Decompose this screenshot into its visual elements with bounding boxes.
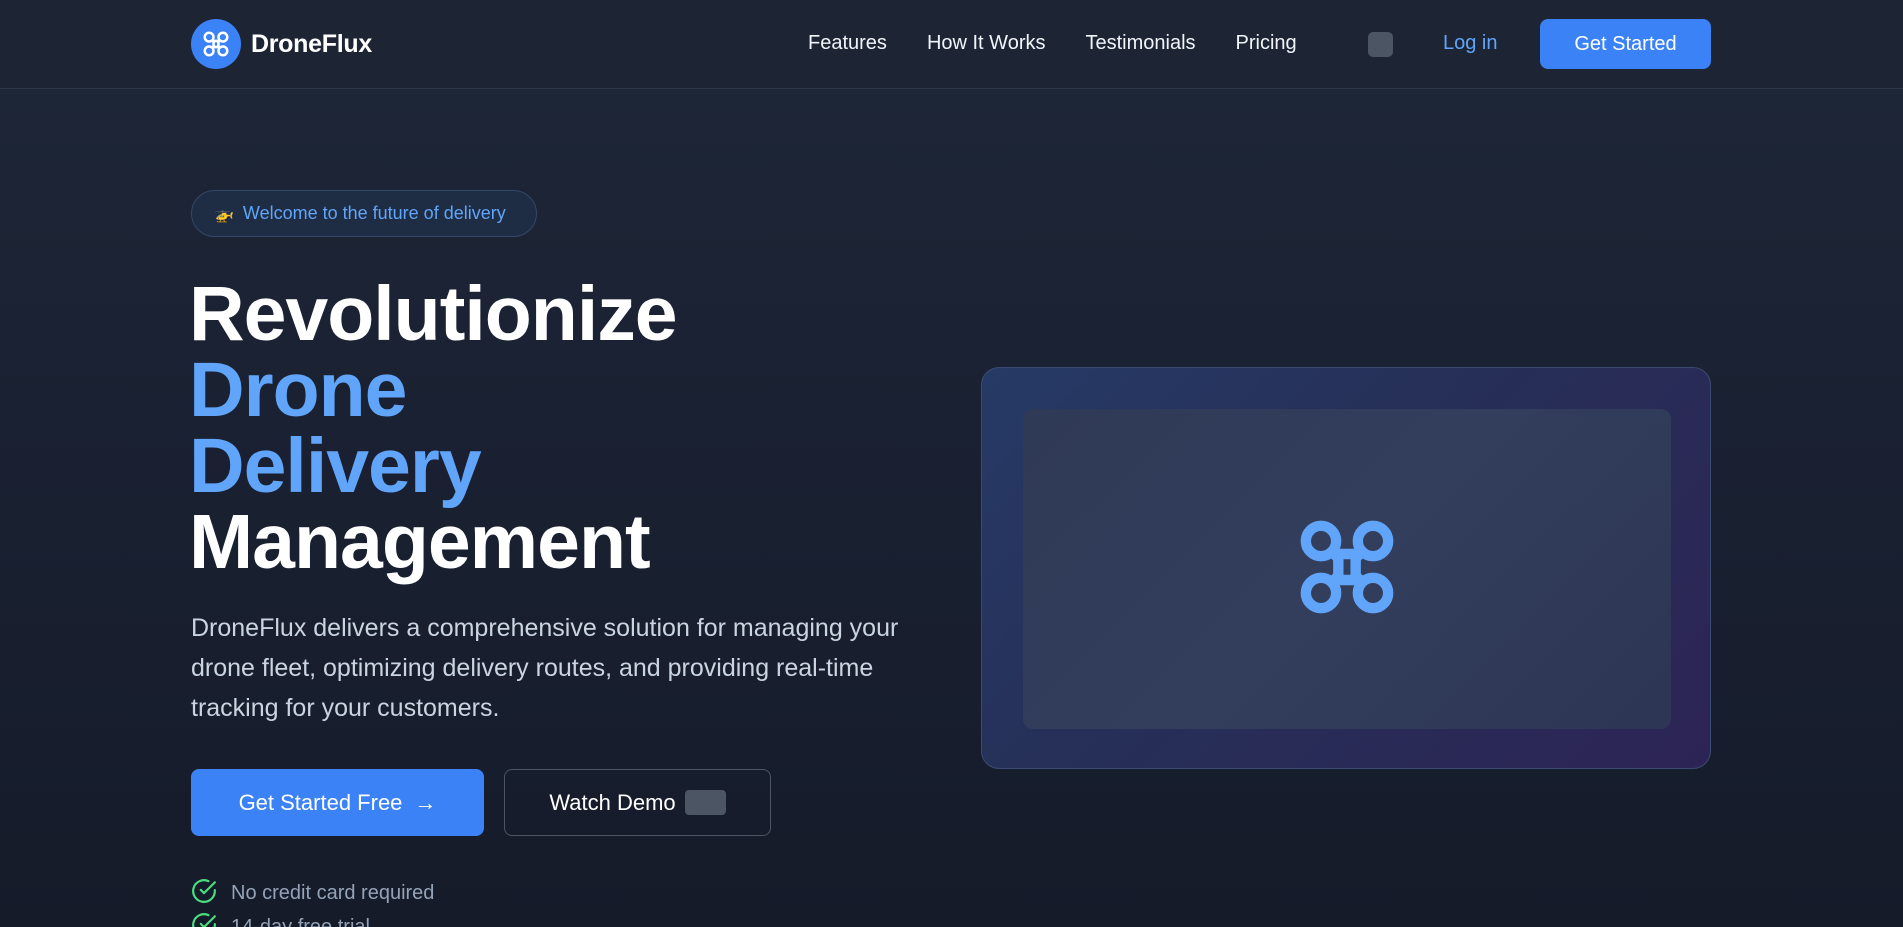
nav-link-how-it-works[interactable]: How It Works — [927, 32, 1046, 55]
check-item-trial: 14-day free trial — [191, 912, 370, 927]
headline-line-4: Management — [189, 499, 651, 585]
play-icon — [684, 790, 726, 815]
headline-line-1: Revolutionize — [189, 271, 678, 357]
watch-demo-label: Watch Demo — [549, 789, 676, 815]
get-started-free-button[interactable]: Get Started Free → — [191, 769, 484, 836]
helicopter-icon: 🚁 — [214, 205, 234, 223]
nav-link-features[interactable]: Features — [808, 32, 887, 55]
check-circle-icon — [191, 912, 217, 927]
hero-visual-panel — [1023, 409, 1671, 729]
drone-icon — [191, 19, 241, 69]
hero-headline: Revolutionize Drone Delivery Management — [189, 271, 678, 585]
arrow-right-icon: → — [414, 789, 437, 815]
nav-link-pricing[interactable]: Pricing — [1236, 32, 1297, 55]
theme-toggle-button[interactable] — [1368, 32, 1393, 57]
hero-subtext: DroneFlux delivers a comprehensive solut… — [191, 614, 899, 722]
welcome-badge: 🚁 Welcome to the future of delivery — [191, 190, 537, 237]
drone-icon — [1295, 515, 1399, 624]
nav-link-testimonials[interactable]: Testimonials — [1085, 32, 1195, 55]
check-item-label: No credit card required — [231, 882, 435, 904]
hero-visual — [981, 367, 1711, 769]
check-item-no-card: No credit card required — [191, 878, 434, 909]
badge-text: Welcome to the future of delivery — [242, 203, 506, 223]
watch-demo-button[interactable]: Watch Demo — [504, 769, 771, 836]
check-item-label: 14-day free trial — [231, 916, 370, 927]
get-started-button[interactable]: Get Started — [1540, 19, 1711, 69]
nav-links: Features How It Works Testimonials Prici… — [808, 32, 1337, 55]
get-started-free-label: Get Started Free — [238, 789, 403, 815]
check-circle-icon — [191, 878, 217, 909]
brand[interactable]: DroneFlux — [191, 19, 372, 69]
navbar: DroneFlux Features How It Works Testimon… — [0, 0, 1903, 89]
headline-line-3: Delivery — [189, 423, 482, 509]
brand-name: DroneFlux — [251, 29, 372, 58]
login-link[interactable]: Log in — [1443, 32, 1498, 55]
headline-line-2: Drone — [189, 347, 407, 433]
